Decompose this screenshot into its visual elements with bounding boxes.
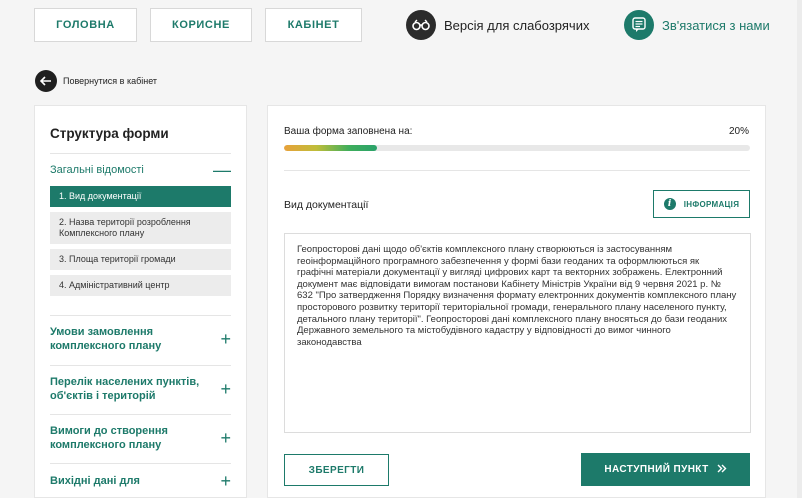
section-settlements-list[interactable]: Перелік населених пунктів, об'єктів і те… xyxy=(50,366,231,415)
info-button[interactable]: i ІНФОРМАЦІЯ xyxy=(653,190,750,218)
top-navigation: ГОЛОВНА КОРИСНЕ КАБІНЕТ Версія для слабо… xyxy=(0,0,802,52)
expand-icon[interactable]: + xyxy=(220,330,231,348)
progress-bar xyxy=(284,145,750,151)
section-label: Вихідні дані для xyxy=(50,475,140,487)
section-label: Умови замовлення комплексного плану xyxy=(50,326,162,352)
next-button-label: НАСТУПНИЙ ПУНКТ xyxy=(604,464,709,475)
nav-home-button[interactable]: ГОЛОВНА xyxy=(34,8,137,42)
section-order-conditions[interactable]: Умови замовлення комплексного плану + xyxy=(50,316,231,366)
arrow-left-icon xyxy=(35,70,57,92)
form-structure-sidebar: Структура форми Загальні відомості — 1. … xyxy=(34,105,247,498)
expand-icon[interactable]: + xyxy=(220,380,231,398)
message-icon xyxy=(624,10,654,40)
expand-icon[interactable]: + xyxy=(220,472,231,490)
progress-label: Ваша форма заповнена на: xyxy=(284,126,413,137)
collapse-icon[interactable]: — xyxy=(213,161,231,179)
progress-percent: 20% xyxy=(728,126,749,137)
contact-label: Зв'язатися з нами xyxy=(662,17,770,33)
accessibility-label: Версія для слабозрячих xyxy=(444,17,590,33)
accessibility-version-link[interactable]: Версія для слабозрячих xyxy=(406,9,589,41)
section-general-info-header[interactable]: Загальні відомості — xyxy=(50,161,231,179)
section-label: Загальні відомості xyxy=(50,164,144,176)
section-source-data[interactable]: Вихідні дані для + xyxy=(50,464,231,490)
save-button[interactable]: ЗБЕРЕГТИ xyxy=(284,454,389,486)
sidebar-item-community-area[interactable]: 3. Площа території громади xyxy=(50,249,231,270)
back-to-cabinet-link[interactable]: Повернутися в кабінет xyxy=(35,70,157,92)
section-label: Перелік населених пунктів, об'єктів і те… xyxy=(50,376,200,402)
double-chevron-right-icon xyxy=(717,464,727,476)
progress-fill xyxy=(284,145,378,151)
sidebar-item-admin-center[interactable]: 4. Адміністративний центр xyxy=(50,275,231,296)
sidebar-item-territory-name[interactable]: 2. Назва території розроблення Комплексн… xyxy=(50,212,231,244)
contact-us-link[interactable]: Зв'язатися з нами xyxy=(624,9,770,41)
back-label: Повернутися в кабінет xyxy=(63,76,158,86)
expand-icon[interactable]: + xyxy=(220,429,231,447)
nav-useful-button[interactable]: КОРИСНЕ xyxy=(150,8,252,42)
field-label: Вид документації xyxy=(284,199,369,211)
section-general-info: Загальні відомості — 1. Вид документації… xyxy=(50,153,231,316)
sidebar-item-doc-type[interactable]: 1. Вид документації xyxy=(50,186,231,207)
next-item-button[interactable]: НАСТУПНИЙ ПУНКТ xyxy=(581,453,750,486)
form-panel: Ваша форма заповнена на: 20% Вид докумен… xyxy=(267,105,766,498)
section-label: Вимоги до створення комплексного плану xyxy=(50,425,168,451)
info-button-label: ІНФОРМАЦІЯ xyxy=(683,199,740,209)
sidebar-title: Структура форми xyxy=(50,126,169,141)
section-requirements[interactable]: Вимоги до створення комплексного плану + xyxy=(50,415,231,464)
glasses-icon xyxy=(406,10,436,40)
info-icon: i xyxy=(663,198,676,210)
divider xyxy=(284,170,750,171)
documentation-type-textarea[interactable]: Геопросторові дані щодо об'єктів комплек… xyxy=(284,233,751,433)
page-scrollbar[interactable] xyxy=(797,0,802,498)
nav-cabinet-button[interactable]: КАБІНЕТ xyxy=(265,8,362,42)
